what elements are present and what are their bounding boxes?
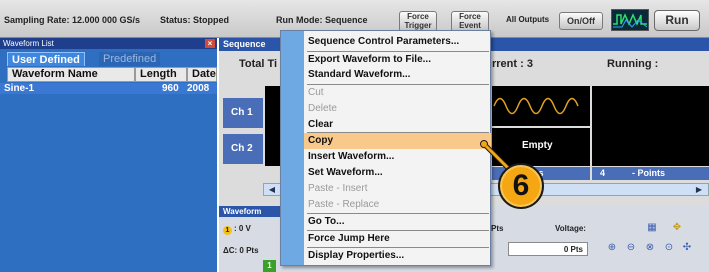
voltage-label: Voltage: [555, 224, 586, 233]
column-header-length[interactable]: Length [135, 67, 187, 82]
run-button[interactable]: Run [654, 10, 700, 31]
sine-wave-preview [493, 97, 579, 115]
menu-item-copy[interactable]: Copy [304, 133, 491, 149]
table-row[interactable]: Sine-1 960 2008 [0, 83, 217, 94]
cursor-move-icon[interactable]: ✥ [670, 222, 684, 234]
sampling-rate-text: Sampling Rate: 12.000 000 GS/s [4, 15, 141, 25]
menu-item-paste-insert: Paste - Insert [308, 183, 368, 194]
step4-number: 4 [600, 168, 606, 178]
running-text: Running : [607, 58, 659, 70]
marker-1-icon: 1 [223, 226, 232, 235]
points-field[interactable]: 0 Pts [508, 242, 588, 256]
menu-item-go-to[interactable]: Go To... [304, 214, 491, 230]
scroll-left-icon[interactable]: ◀ [267, 185, 277, 195]
marker-value: : 0 V [234, 224, 251, 233]
menu-item-clear[interactable]: Clear [304, 117, 491, 133]
menu-item-insert-waveform[interactable]: Insert Waveform... [304, 149, 491, 165]
channel-1-label: Ch 1 [223, 98, 263, 128]
menu-icon-strip [281, 31, 304, 265]
channel-2-label: Ch 2 [223, 134, 263, 164]
on-off-button[interactable]: On/Off [559, 12, 603, 30]
pts-label: Pts [491, 224, 504, 233]
menu-item-sequence-control-parameters[interactable]: Sequence Control Parameters... [304, 34, 491, 50]
column-header-date[interactable]: Date [187, 67, 217, 82]
step4-points: - Points [632, 168, 665, 178]
tab-predefined[interactable]: Predefined [99, 52, 161, 66]
page-indicator[interactable]: 1 [263, 260, 276, 272]
empty-label: Empty [522, 140, 553, 151]
step4-points-row: 4 - Points [592, 167, 709, 180]
current-step-text: rrent : 3 [492, 58, 533, 70]
step-callout-badge: 6 [498, 163, 544, 209]
menu-item-cut: Cut [308, 87, 324, 98]
waveform-output-icon[interactable] [611, 9, 649, 31]
sequence-cell-step4[interactable] [592, 86, 709, 166]
waveform-panel-title: Waveform [219, 206, 289, 217]
total-time-label: Total Ti [239, 58, 278, 70]
grid-icon[interactable]: ▦ [645, 222, 659, 234]
zoom-reset-icon[interactable]: ⊙ [662, 242, 676, 254]
waveform-length-cell: 960 [162, 83, 179, 94]
scroll-right-icon[interactable]: ▶ [694, 185, 704, 195]
menu-item-delete: Delete [308, 103, 337, 114]
zoom-in-icon[interactable]: ⊕ [605, 242, 619, 254]
waveform-list-title: Waveform List [0, 38, 217, 49]
run-mode-text: Run Mode: Sequence [276, 15, 368, 25]
marker-readout: 1: 0 V [223, 224, 251, 235]
pan-icon[interactable]: ✣ [680, 242, 694, 254]
sequence-cell-ch1-step3[interactable] [492, 86, 590, 126]
close-icon[interactable]: × [205, 39, 215, 48]
menu-item-set-waveform[interactable]: Set Waveform... [304, 165, 491, 181]
waveform-name-cell: Sine-1 [4, 83, 35, 94]
tab-user-defined[interactable]: User Defined [7, 52, 85, 66]
zoom-out-icon[interactable]: ⊖ [624, 242, 638, 254]
waveform-list-panel: Waveform List × User Defined Predefined … [0, 38, 217, 272]
force-event-button[interactable]: Force Event [451, 11, 489, 32]
column-header-waveform-name[interactable]: Waveform Name [7, 67, 135, 82]
menu-item-standard-waveform[interactable]: Standard Waveform... [304, 67, 491, 83]
status-text: Status: Stopped [160, 15, 229, 25]
points-field-value: 0 Pts [563, 245, 583, 254]
delta-readout: ΔC: 0 Pts [223, 246, 259, 255]
all-outputs-label: All Outputs [506, 15, 550, 24]
context-menu: Sequence Control Parameters... Export Wa… [280, 30, 491, 266]
fit-icon[interactable]: ⊗ [643, 242, 657, 254]
force-trigger-button[interactable]: Force Trigger [399, 11, 437, 32]
waveform-date-cell: 2008 [187, 83, 210, 94]
menu-item-force-jump-here[interactable]: Force Jump Here [304, 231, 491, 247]
menu-item-display-properties[interactable]: Display Properties... [304, 248, 491, 264]
menu-item-export-waveform[interactable]: Export Waveform to File... [304, 52, 491, 68]
menu-item-paste-replace: Paste - Replace [308, 199, 380, 210]
